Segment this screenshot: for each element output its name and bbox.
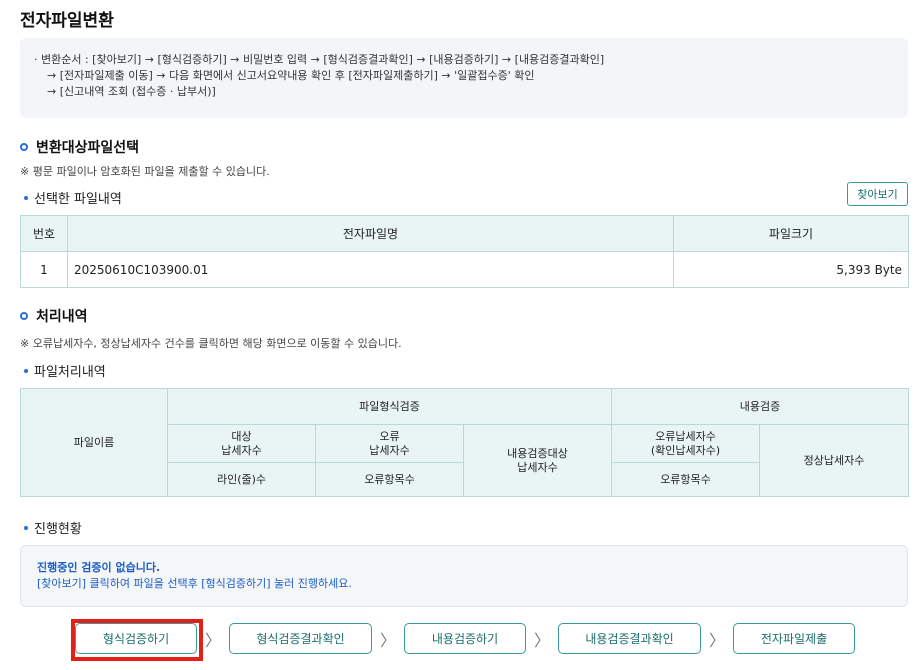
col-header-filename: 전자파일명 [67, 215, 674, 252]
cell-filesize: 5,393 Byte [673, 251, 909, 288]
select-section-title: 변환대상파일선택 [20, 137, 139, 157]
dot-bullet-icon [24, 195, 28, 200]
table-row[interactable]: 1 20250610C103900.01 5,393 Byte [20, 251, 909, 288]
process-section-title: 처리내역 [20, 306, 88, 326]
select-note: ※ 평문 파일이나 암호화된 파일을 제출할 수 있습니다. [20, 165, 270, 178]
dot-bullet-icon [24, 368, 28, 373]
guide-line-1: · 변환순서 : [찾아보기] → [형식검증하기] → 비밀번호 입력 → [… [34, 53, 605, 66]
col-header-no: 번호 [20, 215, 68, 252]
col-header-content-target: 내용검증대상 납세자수 [463, 424, 612, 497]
progress-status-box: 진행중인 검증이 없습니다. [찾아보기] 클릭하여 파일을 선택후 [형식검증… [20, 545, 908, 607]
progress-desc: [찾아보기] 클릭하여 파일을 선택후 [형식검증하기] 눌러 진행하세요. [37, 577, 352, 590]
select-section-title-text: 변환대상파일선택 [36, 140, 140, 156]
content-result-button[interactable]: 내용검증결과확인 [558, 623, 701, 654]
chevron-right-icon: 〉 [379, 630, 396, 650]
col-header-file-name: 파일이름 [20, 388, 168, 497]
step-bar: 형식검증하기 〉 형식검증결과확인 〉 내용검증하기 〉 내용검증결과확인 〉 … [75, 623, 855, 654]
cell-filename: 20250610C103900.01 [67, 251, 674, 288]
guide-line-2: → [전자파일제출 이동] → 다음 화면에서 신고서요약내용 확인 후 [전자… [47, 69, 535, 82]
col-header-content-error-taxpayers: 오류납세자수 (확인납세자수) [611, 424, 760, 463]
progress-subtitle-text: 진행현황 [34, 522, 82, 537]
format-result-button[interactable]: 형식검증결과확인 [229, 623, 372, 654]
selected-file-table: 번호 전자파일명 파일크기 1 20250610C103900.01 5,393… [20, 215, 909, 288]
guide-box: · 변환순서 : [찾아보기] → [형식검증하기] → 비밀번호 입력 → [… [20, 38, 908, 118]
chevron-right-icon: 〉 [533, 630, 550, 650]
col-header-format-check: 파일형식검증 [167, 388, 612, 425]
process-section-title-text: 처리내역 [36, 309, 88, 325]
col-header-target-taxpayers: 대상 납세자수 [167, 424, 316, 463]
content-check-button[interactable]: 내용검증하기 [404, 623, 526, 654]
find-button[interactable]: 찾아보기 [847, 182, 908, 206]
ring-bullet-icon [20, 312, 28, 320]
col-header-content-check: 내용검증 [610, 388, 910, 425]
process-subtitle: 파일처리내역 [24, 361, 106, 380]
process-subtitle-text: 파일처리내역 [34, 365, 106, 380]
ring-bullet-icon [20, 143, 28, 151]
col-header-error-taxpayers: 오류 납세자수 [315, 424, 464, 463]
col-header-filesize: 파일크기 [673, 215, 909, 252]
format-check-button[interactable]: 형식검증하기 [75, 623, 197, 654]
selected-file-subtitle: 선택한 파일내역 [24, 188, 122, 207]
chevron-right-icon: 〉 [708, 630, 725, 650]
process-table: 파일이름 파일형식검증 내용검증 대상 납세자수 오류 납세자수 내용검증대상 … [20, 388, 910, 497]
col-header-line-count: 라인(줄)수 [167, 462, 316, 497]
table-header-row: 번호 전자파일명 파일크기 [20, 215, 909, 252]
cell-no: 1 [20, 251, 68, 288]
page-title: 전자파일변환 [20, 11, 114, 31]
submit-file-button[interactable]: 전자파일제출 [733, 623, 855, 654]
dot-bullet-icon [24, 525, 28, 530]
progress-title: 진행중인 검증이 없습니다. [37, 561, 161, 574]
selected-file-subtitle-text: 선택한 파일내역 [34, 192, 122, 207]
progress-subtitle: 진행현황 [24, 518, 82, 537]
col-header-error-items: 오류항목수 [315, 462, 464, 497]
chevron-right-icon: 〉 [204, 630, 221, 650]
process-note: ※ 오류납세자수, 정상납세자수 건수를 클릭하면 해당 화면으로 이동할 수 … [20, 337, 402, 350]
col-header-content-error-items: 오류항목수 [611, 462, 760, 497]
guide-line-3: → [신고내역 조회 (접수증 · 납부서)] [47, 85, 216, 98]
col-header-normal-taxpayers: 정상납세자수 [758, 424, 910, 497]
